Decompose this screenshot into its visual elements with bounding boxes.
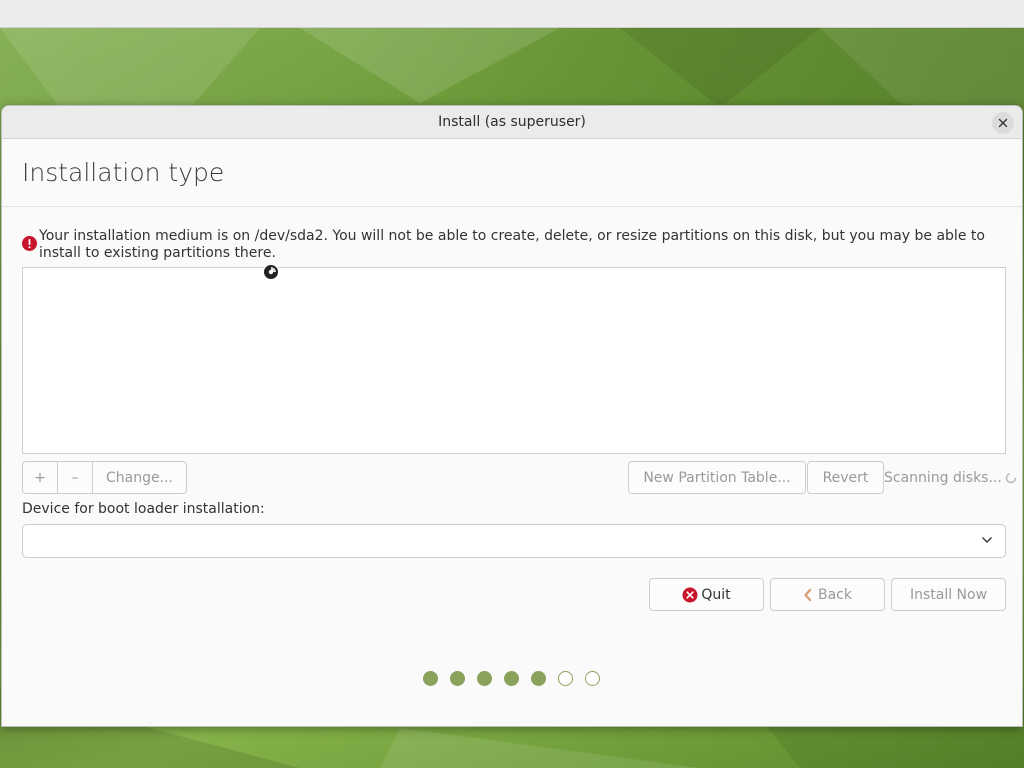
chevron-down-icon — [982, 537, 992, 543]
progress-dot-pending — [558, 671, 573, 686]
quit-button[interactable]: Quit — [649, 578, 764, 611]
window-title: Install (as superuser) — [438, 114, 586, 130]
scanning-status: Scanning disks... — [884, 461, 1017, 494]
progress-dot-completed — [450, 671, 465, 686]
spinner-icon — [1005, 472, 1017, 483]
close-icon — [998, 118, 1008, 128]
partition-table[interactable] — [22, 267, 1006, 454]
revert-button[interactable]: Revert — [807, 461, 884, 494]
change-partition-button[interactable]: Change... — [93, 462, 186, 493]
top-panel — [0, 0, 1024, 28]
progress-dot-pending — [585, 671, 600, 686]
progress-dots — [423, 671, 600, 686]
new-partition-table-button[interactable]: New Partition Table... — [628, 461, 806, 494]
progress-dot-completed — [504, 671, 519, 686]
scanning-status-text: Scanning disks... — [884, 469, 1002, 486]
page-title: Installation type — [22, 158, 225, 187]
partition-edit-buttons: + – Change... — [22, 461, 187, 494]
back-button-label: Back — [818, 586, 852, 603]
quit-icon — [682, 587, 698, 602]
add-partition-button[interactable]: + — [23, 462, 58, 493]
page-header: Installation type — [2, 139, 1022, 207]
remove-partition-button[interactable]: – — [58, 462, 93, 493]
boot-loader-dropdown[interactable] — [22, 524, 1006, 558]
error-icon — [22, 236, 37, 251]
back-button[interactable]: Back — [770, 578, 885, 611]
chevron-left-icon — [804, 588, 812, 601]
window-titlebar[interactable]: Install (as superuser) — [2, 106, 1022, 139]
close-button[interactable] — [992, 112, 1014, 134]
progress-dot-completed — [477, 671, 492, 686]
quit-button-label: Quit — [701, 586, 731, 603]
busy-cursor-icon — [263, 264, 279, 280]
progress-dot-completed — [531, 671, 546, 686]
progress-dot-completed — [423, 671, 438, 686]
installer-window: Install (as superuser) Installation type… — [1, 105, 1023, 727]
install-now-button[interactable]: Install Now — [891, 578, 1006, 611]
warning-message: Your installation medium is on /dev/sda2… — [22, 228, 1007, 262]
boot-loader-label: Device for boot loader installation: — [22, 501, 265, 517]
warning-text: Your installation medium is on /dev/sda2… — [39, 228, 985, 261]
